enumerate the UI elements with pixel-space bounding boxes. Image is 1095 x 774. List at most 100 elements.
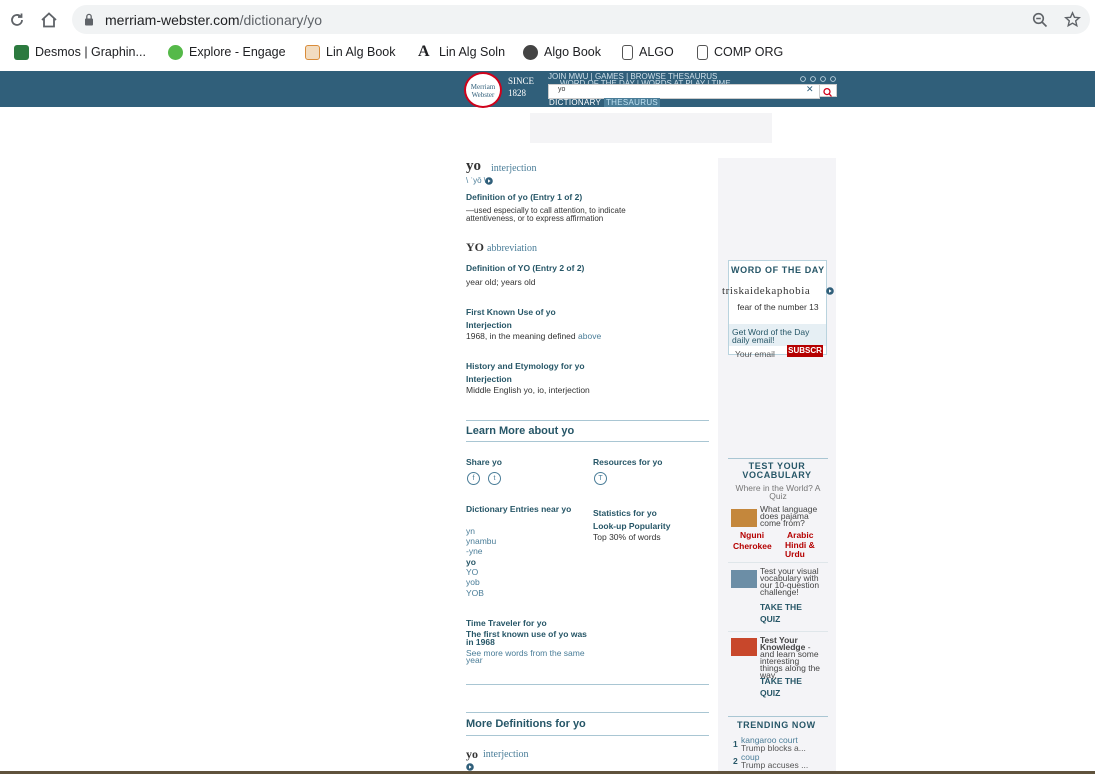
tab-thesaurus[interactable]: THESAURUS (604, 98, 661, 107)
email-field[interactable]: Your email (735, 349, 775, 359)
audio-icon[interactable] (466, 763, 474, 771)
trending-rank: 1 (733, 739, 738, 749)
bookmark-lin-alg-soln[interactable]: A Lin Alg Soln (418, 43, 505, 60)
headword-2: YO (466, 240, 484, 254)
etymology-text: Middle English yo, io, interjection (466, 385, 590, 395)
quiz-image (731, 638, 757, 656)
wod-cta: Get Word of the Day daily email! (732, 327, 810, 345)
nearby-entry-current: yo (466, 557, 476, 567)
divider (728, 458, 828, 459)
wod-definition: fear of the number 13 (737, 302, 819, 312)
bookmark-comp-org[interactable]: COMP ORG (697, 44, 783, 60)
nearby-entry[interactable]: YOB (466, 588, 484, 598)
trending-title: TRENDING NOW (737, 720, 816, 730)
bookmark-algo[interactable]: ALGO (622, 44, 674, 60)
search-input-value[interactable]: yo (558, 86, 565, 93)
search-button[interactable] (819, 84, 837, 97)
definition-text-1: —used especially to call attention, to i… (466, 206, 626, 223)
quiz-option[interactable]: Cherokee (733, 541, 772, 551)
vocab-title: TEST YOUR VOCABULARY (742, 461, 812, 480)
book-icon (305, 44, 320, 60)
above-link[interactable]: above (578, 331, 601, 341)
thesaurus-icon[interactable]: T (594, 472, 607, 485)
globe-icon (523, 44, 538, 60)
ad-banner (530, 113, 772, 143)
quiz-option[interactable]: Nguni (740, 530, 764, 540)
divider (466, 441, 709, 442)
clear-search-icon[interactable]: ✕ (806, 84, 814, 95)
lock-icon[interactable] (84, 13, 94, 26)
trending-rank: 2 (733, 756, 738, 766)
bookmark-desmos[interactable]: Desmos | Graphin... (14, 44, 146, 60)
url-text[interactable]: merriam-webster.com/dictionary/yo (105, 12, 322, 28)
quiz-question: What language does pajama come from? (760, 504, 818, 528)
nearby-entry[interactable]: YO (466, 567, 478, 577)
quiz-image (731, 570, 757, 588)
etymology-title: History and Etymology for yo (466, 361, 585, 371)
building-icon (622, 44, 633, 60)
quiz-option[interactable]: Arabic (787, 530, 813, 540)
quiz3-text: Test Your Knowledge - and learn some int… (760, 635, 821, 680)
twitter-icon[interactable]: t (488, 472, 501, 485)
facebook-icon[interactable]: f (467, 472, 480, 485)
nearby-title: Dictionary Entries near yo (466, 504, 572, 514)
wod-title: WORD OF THE DAY (731, 265, 825, 275)
quiz-prompt: Where in the World? A Quiz (735, 483, 821, 501)
part-of-speech-2[interactable]: abbreviation (487, 243, 537, 254)
stats-subtitle: Look-up Popularity (593, 521, 671, 531)
tab-dictionary[interactable]: DICTIONARY (549, 98, 601, 107)
subscribe-button[interactable]: SUBSCR (787, 345, 823, 357)
logo-text: Merriam Webster (470, 83, 496, 99)
search-input[interactable] (548, 84, 820, 99)
audio-icon[interactable] (826, 287, 834, 295)
divider (466, 684, 709, 685)
first-use-pos: Interjection (466, 320, 512, 330)
engage-icon (168, 44, 183, 60)
divider (466, 735, 709, 736)
since-label: SINCE 1828 (508, 76, 535, 98)
letter-a-icon: A (418, 43, 430, 60)
take-quiz-link[interactable]: TAKE THE QUIZ (760, 601, 810, 625)
quiz-image (731, 509, 757, 527)
bookmark-algo-book[interactable]: Algo Book (523, 44, 601, 60)
share-label: Share yo (466, 457, 502, 467)
bookmark-lin-alg-book[interactable]: Lin Alg Book (305, 44, 396, 60)
nearby-entry[interactable]: yn (466, 526, 475, 536)
wod-word[interactable]: triskaidekaphobia (722, 285, 810, 297)
resources-label: Resources for yo (593, 457, 663, 467)
pronunciation: \ ˈyō \ (466, 176, 487, 185)
divider (728, 562, 828, 563)
definition-text-2: year old; years old (466, 277, 536, 287)
stats-title: Statistics for yo (593, 508, 657, 518)
definition-title-2: Definition of YO (Entry 2 of 2) (466, 263, 585, 273)
divider (728, 716, 828, 717)
nearby-entry[interactable]: -yne (466, 546, 483, 556)
desmos-icon (14, 44, 29, 60)
audio-icon[interactable] (485, 177, 493, 185)
take-quiz-link[interactable]: TAKE THE QUIZ (760, 675, 810, 699)
first-use-text: 1968, in the meaning defined above (466, 331, 602, 341)
bookmark-engage[interactable]: Explore - Engage (168, 44, 286, 60)
part-of-speech[interactable]: interjection (491, 163, 537, 174)
quiz2-text: Test your visual vocabulary with our 10-… (760, 566, 820, 597)
time-traveler-link[interactable]: See more words from the same year (466, 649, 591, 665)
search-icon (823, 87, 832, 97)
headword: yo (466, 158, 481, 174)
nearby-entry[interactable]: yob (466, 577, 480, 587)
divider (466, 712, 709, 713)
more-definitions-title: More Definitions for yo (466, 718, 586, 730)
social-icons[interactable] (800, 76, 838, 82)
bookmark-star-icon[interactable] (1064, 11, 1081, 28)
trending-note: Trump accuses ... (741, 760, 809, 770)
more-def-pos[interactable]: interjection (483, 749, 529, 760)
home-icon[interactable] (40, 11, 58, 29)
etymology-pos: Interjection (466, 374, 512, 384)
reload-icon[interactable] (9, 12, 25, 28)
divider (728, 631, 828, 632)
nearby-entry[interactable]: ynambu (466, 536, 496, 546)
quiz-option[interactable]: Hindi & Urdu (785, 541, 825, 559)
first-use-title: First Known Use of yo (466, 307, 556, 317)
learn-more-title: Learn More about yo (466, 425, 575, 437)
zoom-icon[interactable] (1032, 12, 1048, 28)
divider (466, 420, 709, 421)
